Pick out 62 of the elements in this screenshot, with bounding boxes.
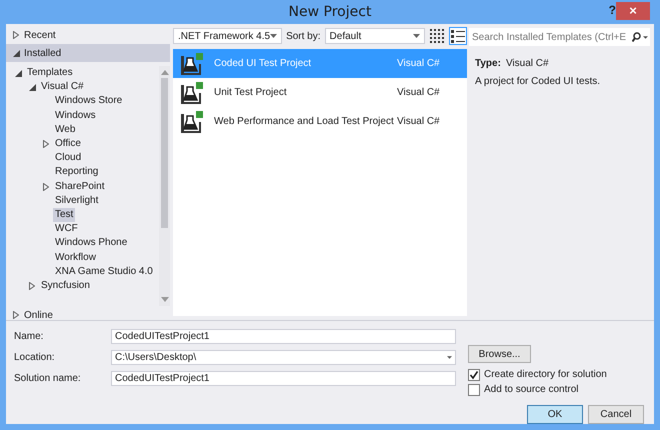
cancel-button[interactable]: Cancel xyxy=(588,405,644,424)
caret-icon[interactable] xyxy=(643,36,648,38)
caret-icon[interactable] xyxy=(447,356,452,359)
sidebar-item[interactable]: Online xyxy=(6,306,170,324)
template-item[interactable]: Web Performance and Load Test Project Visual C# xyxy=(173,107,467,136)
tree-item[interactable]: Visual C# xyxy=(39,80,86,94)
tree-item[interactable]: Workflow xyxy=(53,250,98,265)
sidebar-item[interactable]: Recent xyxy=(6,26,170,44)
framework-dropdown[interactable]: .NET Framework 4.5 xyxy=(173,28,282,44)
flask-icon xyxy=(180,52,204,76)
tree-item[interactable]: Windows Store xyxy=(53,94,124,108)
caret-icon[interactable] xyxy=(413,34,420,38)
collapse-icon[interactable] xyxy=(14,70,22,77)
template-item[interactable]: Unit Test Project Visual C# xyxy=(173,78,467,107)
expand-icon[interactable] xyxy=(29,282,35,290)
expand-icon[interactable] xyxy=(13,311,19,319)
sort-label: Sort by: xyxy=(286,30,321,42)
tree-item[interactable]: Reporting xyxy=(53,165,100,180)
tree-item[interactable]: Web xyxy=(53,122,78,137)
help-button[interactable]: ? xyxy=(608,3,616,17)
tree-item[interactable]: Windows xyxy=(53,108,98,123)
list-view-button[interactable] xyxy=(449,27,467,45)
sidebar-item[interactable]: Installed xyxy=(6,44,170,62)
sort-dropdown[interactable]: Default xyxy=(324,28,425,44)
collapse-icon[interactable] xyxy=(28,84,36,91)
checkbox[interactable] xyxy=(468,368,480,380)
tree-item[interactable]: Test xyxy=(53,208,76,222)
solution-name-field[interactable]: CodedUITestProject1 xyxy=(111,371,456,386)
close-button[interactable]: × xyxy=(616,2,650,20)
tree-item[interactable]: Silverlight xyxy=(53,194,100,208)
expand-icon[interactable] xyxy=(43,140,49,148)
type-value: Visual C# xyxy=(506,58,549,69)
expand-icon[interactable] xyxy=(43,182,49,191)
flask-icon xyxy=(180,80,204,104)
caret-icon[interactable] xyxy=(270,34,278,38)
location-dropdown[interactable]: C:\Users\Desktop\ xyxy=(111,350,456,365)
tree-item[interactable]: Office xyxy=(53,137,83,152)
tree-item[interactable]: SharePoint xyxy=(53,180,106,194)
search-field[interactable]: Search Installed Templates (Ctrl+E xyxy=(469,28,650,46)
checkbox-label: Create directory for solution xyxy=(484,369,607,380)
type-label: Type: xyxy=(475,58,501,69)
name-field[interactable]: CodedUITestProject1 xyxy=(111,329,456,344)
ok-button[interactable]: OK xyxy=(527,405,583,424)
checkbox-label: Add to source control xyxy=(484,384,578,395)
window-title: New Project xyxy=(288,4,372,20)
tree-item[interactable]: Templates xyxy=(25,66,75,80)
template-description: A project for Coded UI tests. xyxy=(475,76,602,87)
browse-button[interactable]: Browse... xyxy=(468,345,531,363)
tree-item[interactable]: WCF xyxy=(53,222,80,236)
tree-item[interactable]: XNA Game Studio 4.0 xyxy=(53,264,155,279)
collapse-icon[interactable] xyxy=(12,50,20,56)
solution-name-label: Solution name: xyxy=(14,373,82,384)
tree-item[interactable]: Windows Phone xyxy=(53,236,130,250)
grid-view-button[interactable] xyxy=(428,27,446,45)
tree-item[interactable]: Cloud xyxy=(53,151,84,166)
checkbox[interactable] xyxy=(468,384,480,396)
expand-icon[interactable] xyxy=(13,31,19,39)
name-label: Name: xyxy=(14,331,44,342)
flask-icon xyxy=(180,110,204,134)
search-icon[interactable] xyxy=(632,32,641,42)
tree-item[interactable]: Syncfusion xyxy=(39,278,92,293)
location-label: Location: xyxy=(14,352,56,363)
